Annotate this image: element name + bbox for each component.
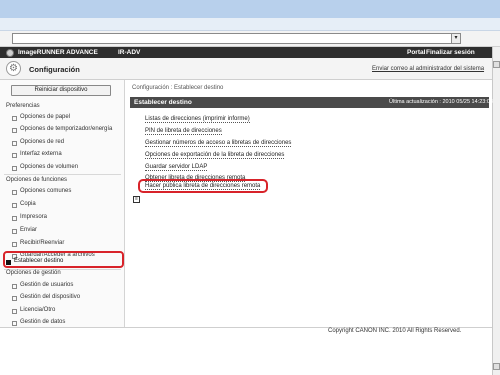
main-content: Configuración : Establecer destino Estab… (125, 80, 493, 327)
canon-logo-icon (6, 49, 14, 57)
sidebar-item-printer[interactable]: Impresora (11, 214, 47, 221)
chevron-down-icon[interactable]: ▾ (451, 33, 461, 44)
sidebar: Reiniciar dispositivo Preferencias Opcio… (0, 80, 125, 327)
section-gestion: Opciones de gestión (6, 270, 61, 276)
scroll-down-icon[interactable] (493, 363, 500, 370)
link-save-ldap-server[interactable]: Guardar servidor LDAP (145, 164, 208, 171)
vertical-scrollbar[interactable] (492, 47, 500, 375)
breadcrumb: Configuración : Establecer destino (132, 85, 224, 91)
sidebar-item-timer[interactable]: Opciones de temporizador/energía (11, 126, 112, 133)
highlight-publish-remote (138, 179, 268, 193)
sidebar-item-user-management[interactable]: Gestión de usuarios (11, 282, 73, 289)
section-preferencias: Preferencias (6, 103, 40, 109)
sidebar-item-common[interactable]: Opciones comunes (11, 188, 71, 195)
gear-icon: ⚙ (6, 61, 21, 76)
sidebar-item-send[interactable]: Enviar (11, 227, 37, 234)
sidebar-item-device-management[interactable]: Gestión del dispositivo (11, 294, 80, 301)
copyright: Copyright CANON INC. 2010 All Rights Res… (328, 328, 462, 334)
sidebar-item-network[interactable]: Opciones de red (11, 139, 64, 146)
app-header-bar: ImageRUNNER ADVANCE IR-ADV Portal Finali… (0, 47, 492, 58)
logout-link[interactable]: Finalizar sesión (426, 49, 475, 56)
browser-address-bar: ▾ (0, 31, 500, 47)
sidebar-item-paper[interactable]: Opciones de papel (11, 114, 70, 121)
page-header: ⚙ Configuración Enviar correo al adminis… (0, 58, 492, 80)
sidebar-item-volume[interactable]: Opciones de volumen (11, 164, 78, 171)
last-update: Última actualización : 2010 05/25 14:23:… (389, 99, 493, 105)
link-manage-access-numbers[interactable]: Gestionar números de acceso a libretas d… (145, 140, 292, 147)
scroll-up-icon[interactable] (493, 61, 500, 68)
link-address-lists-report[interactable]: Listas de direcciones (imprimir informe) (145, 116, 250, 123)
panel-title: Establecer destino (134, 99, 192, 106)
highlight-set-destination (3, 251, 124, 268)
address-input[interactable] (12, 33, 456, 44)
panel-title-bar: Establecer destino Última actualización … (130, 97, 493, 108)
sidebar-item-receive-forward[interactable]: Recibir/Reenviar (11, 240, 64, 247)
page-title: Configuración (29, 65, 80, 74)
link-export-options[interactable]: Opciones de exportación de la libreta de… (145, 152, 285, 159)
sidebar-item-external-interface[interactable]: Interfaz externa (12, 151, 62, 158)
browser-titlebar (0, 0, 500, 18)
device-model: IR-ADV (118, 49, 141, 56)
link-address-book-pin[interactable]: PIN de libreta de direcciones (145, 128, 222, 135)
divider (4, 174, 121, 175)
sidebar-item-data-management[interactable]: Gestión de datos (11, 319, 65, 326)
section-funciones: Opciones de funciones (6, 177, 68, 183)
brand-name: ImageRUNNER ADVANCE (18, 49, 98, 56)
sidebar-item-license[interactable]: Licencia/Otro (11, 307, 55, 314)
mail-admin-link[interactable]: Enviar correo al administrador del siste… (372, 66, 484, 72)
sidebar-item-copy[interactable]: Copia (12, 201, 36, 208)
arrow-up-icon[interactable]: ≡ (133, 196, 140, 203)
portal-link[interactable]: Portal (407, 49, 425, 56)
browser-tab-strip (0, 18, 500, 31)
restart-device-button[interactable]: Reiniciar dispositivo (11, 85, 111, 96)
